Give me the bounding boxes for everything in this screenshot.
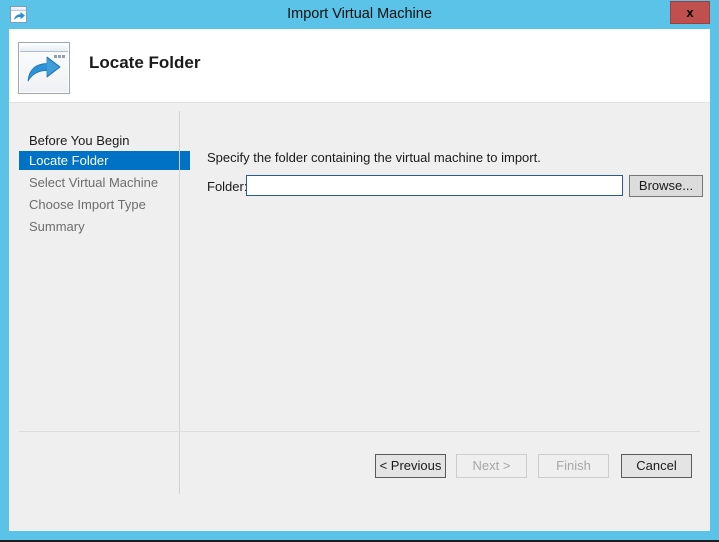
finish-button: Finish: [538, 454, 609, 478]
window-with-blue-arrow-icon: [18, 42, 70, 94]
dialog-client-area: Locate Folder Before You Begin Locate Fo…: [9, 29, 710, 531]
page-title: Locate Folder: [89, 53, 201, 72]
sidebar-item-locate-folder[interactable]: Locate Folder: [19, 151, 190, 170]
previous-button[interactable]: < Previous: [375, 454, 446, 478]
window-title: Import Virtual Machine: [287, 6, 432, 22]
wizard-footer: < Previous Next > Finish Cancel: [9, 432, 710, 531]
sidebar-item-before-you-begin[interactable]: Before You Begin: [19, 131, 190, 150]
folder-input[interactable]: [246, 175, 623, 196]
title-bar[interactable]: Import Virtual Machine x: [0, 0, 719, 29]
sidebar-item-select-virtual-machine[interactable]: Select Virtual Machine: [19, 173, 190, 192]
close-button[interactable]: x: [670, 1, 710, 24]
header-icon-dots: [53, 45, 67, 58]
browse-button[interactable]: Browse...: [629, 175, 703, 197]
sidebar-item-choose-import-type[interactable]: Choose Import Type: [19, 195, 190, 214]
next-button: Next >: [456, 454, 527, 478]
header-arrow-glyph: [27, 56, 61, 82]
wizard-header: Locate Folder: [9, 29, 710, 103]
instruction-text: Specify the folder containing the virtua…: [207, 150, 541, 165]
sidebar-item-summary[interactable]: Summary: [19, 217, 190, 236]
import-virtual-machine-dialog: Import Virtual Machine x Locate Folder B…: [0, 0, 719, 542]
folder-label: Folder:: [207, 179, 248, 194]
cancel-button[interactable]: Cancel: [621, 454, 692, 478]
